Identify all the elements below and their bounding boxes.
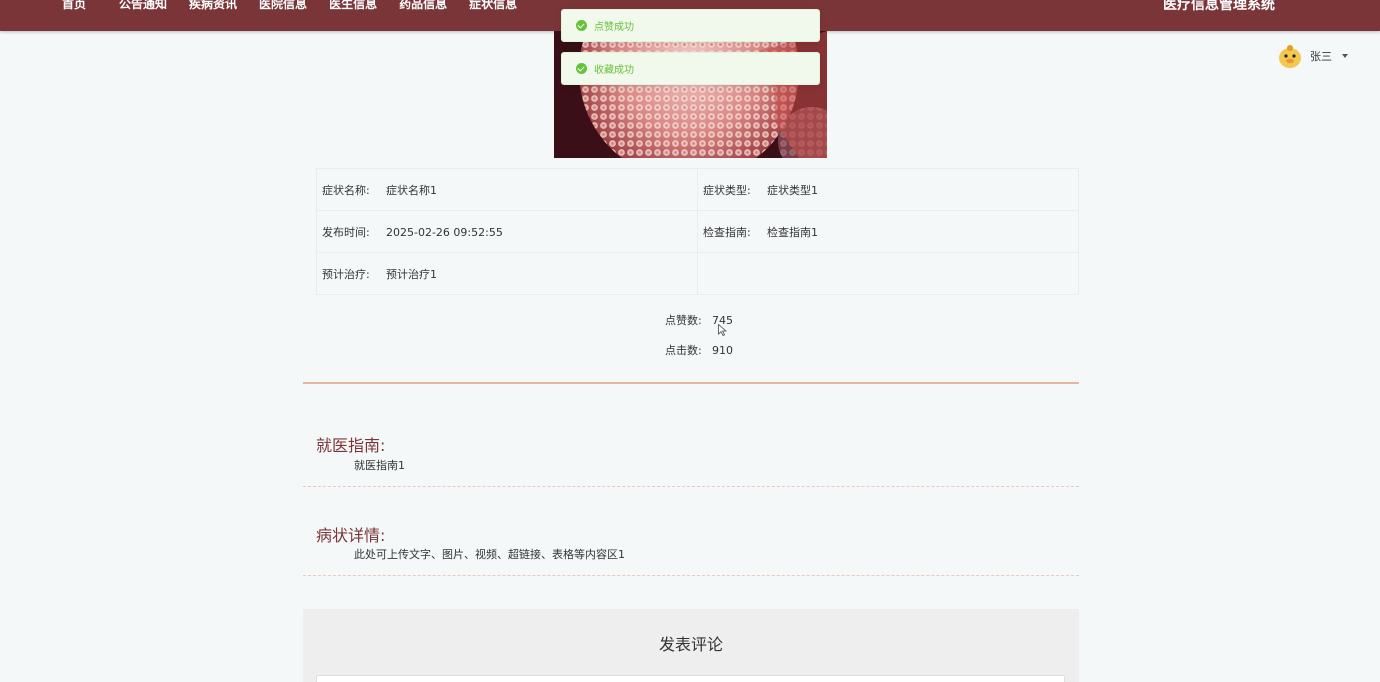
table-cell: 检查指南: 检查指南1	[697, 210, 1079, 253]
mouse-cursor-icon	[718, 324, 727, 336]
table-cell: 症状类型: 症状类型1	[697, 168, 1079, 211]
avatar	[1278, 43, 1302, 69]
chevron-down-icon	[1342, 54, 1348, 58]
stats: 点赞数: 745 点击数: 910	[665, 306, 733, 366]
field-label: 症状名称:	[322, 183, 370, 197]
detail-body: 此处可上传文字、图片、视频、超链接、表格等内容区1	[354, 548, 625, 561]
divider	[303, 382, 1079, 384]
symptom-image	[554, 31, 827, 158]
check-circle-icon	[576, 20, 587, 31]
field-label: 发布时间:	[322, 225, 370, 239]
site-title: 医疗信息管理系统	[1163, 0, 1275, 13]
nav-notices[interactable]: 公告通知	[119, 0, 167, 12]
clicks-stat: 点击数: 910	[665, 336, 733, 366]
table-row: 症状名称: 症状名称1 症状类型: 症状类型1	[316, 168, 1079, 211]
nav-symptom-info[interactable]: 症状信息	[469, 0, 517, 12]
table-row: 预计治疗: 预计治疗1	[316, 252, 1079, 295]
nav-home[interactable]: 首页	[62, 0, 86, 12]
nav-doctor-info[interactable]: 医生信息	[329, 0, 377, 12]
table-cell: 症状名称: 症状名称1	[316, 168, 698, 211]
table-row: 发布时间: 2025-02-26 09:52:55 检查指南: 检查指南1	[316, 210, 1079, 253]
field-label: 症状类型:	[703, 183, 751, 197]
table-cell: 预计治疗: 预计治疗1	[316, 252, 698, 295]
toast-favorite-success: 收藏成功	[561, 52, 820, 85]
field-value: 2025-02-26 09:52:55	[386, 225, 503, 239]
nav-drug-info[interactable]: 药品信息	[399, 0, 447, 12]
guide-title: 就医指南:	[316, 436, 386, 455]
symptom-details-table: 症状名称: 症状名称1 症状类型: 症状类型1 发布时间: 2025-02-26 09…	[316, 168, 1079, 295]
detail-title: 病状详情:	[316, 526, 386, 545]
divider	[303, 575, 1079, 576]
table-cell-empty	[697, 252, 1079, 295]
field-value: 症状类型1	[767, 183, 818, 197]
stat-label: 点击数:	[665, 344, 702, 357]
toast-message: 点赞成功	[594, 22, 634, 33]
stat-value: 910	[712, 344, 733, 357]
stat-label: 点赞数:	[665, 314, 702, 327]
nav-hospital-info[interactable]: 医院信息	[259, 0, 307, 12]
main-nav: 首页 公告通知 疾病资讯 医院信息 医生信息 药品信息 症状信息	[62, 0, 539, 12]
field-label: 预计治疗:	[322, 267, 370, 281]
comment-input[interactable]	[316, 675, 1065, 682]
guide-body: 就医指南1	[354, 459, 405, 472]
toast-message: 收藏成功	[594, 65, 634, 76]
check-circle-icon	[576, 63, 587, 74]
user-menu[interactable]: 张三	[1278, 43, 1348, 69]
nav-disease-news[interactable]: 疾病资讯	[189, 0, 237, 12]
field-value: 检查指南1	[767, 225, 818, 239]
table-cell: 发布时间: 2025-02-26 09:52:55	[316, 210, 698, 253]
field-value: 症状名称1	[386, 183, 437, 197]
comment-panel: 发表评论	[303, 609, 1079, 682]
user-name: 张三	[1310, 50, 1332, 63]
duck-avatar-icon	[1279, 45, 1301, 68]
virus-image	[554, 31, 827, 158]
comment-title: 发表评论	[658, 635, 723, 654]
toast-like-success: 点赞成功	[561, 9, 820, 42]
field-label: 检查指南:	[703, 225, 751, 239]
field-value: 预计治疗1	[386, 267, 437, 281]
divider	[303, 486, 1079, 487]
